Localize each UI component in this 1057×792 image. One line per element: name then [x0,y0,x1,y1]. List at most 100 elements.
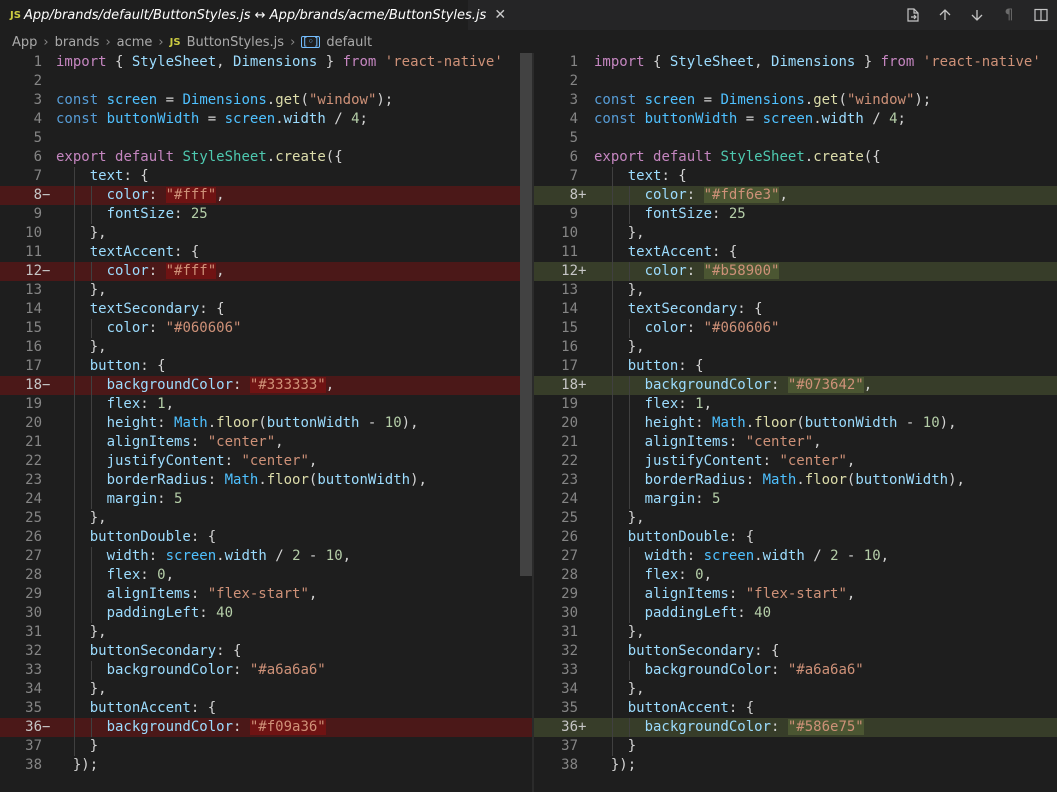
code-line[interactable]: 2 [534,72,1057,91]
code-line[interactable]: 37 } [534,737,1057,756]
code-line[interactable]: 6 export default StyleSheet.create({ [0,148,532,167]
code-line[interactable]: 33 backgroundColor: "#a6a6a6" [534,661,1057,680]
code-line[interactable]: 35 buttonAccent: { [0,699,532,718]
code-line[interactable]: 23 borderRadius: Math.floor(buttonWidth)… [534,471,1057,490]
code-line[interactable]: 27 width: screen.width / 2 - 10, [0,547,532,566]
code-line[interactable]: 29 alignItems: "flex-start", [534,585,1057,604]
breadcrumb-file[interactable]: ButtonStyles.js [187,35,285,50]
code-token: height [106,415,158,431]
code-line[interactable]: 8− color: "#fff", [0,186,532,205]
code-line[interactable]: 28 flex: 0, [0,566,532,585]
code-line[interactable]: 10 }, [534,224,1057,243]
arrow-down-icon[interactable] [961,0,993,30]
code-line[interactable]: 31 }, [0,623,532,642]
code-line[interactable]: 11 textAccent: { [534,243,1057,262]
code-line[interactable]: 12− color: "#fff", [0,262,532,281]
code-line[interactable]: 25 }, [534,509,1057,528]
code-line[interactable]: 1 import { StyleSheet, Dimensions } from … [534,53,1057,72]
breadcrumb-symbol[interactable]: default [326,35,372,50]
code-line[interactable]: 8 + color: "#fdf6e3", [534,186,1057,205]
modified-editor-pane[interactable]: 1 import { StyleSheet, Dimensions } from … [534,53,1057,792]
code-line[interactable]: 14 textSecondary: { [0,300,532,319]
code-line[interactable]: 32 buttonSecondary: { [0,642,532,661]
code-line[interactable]: 23 borderRadius: Math.floor(buttonWidth)… [0,471,532,490]
code-line[interactable]: 20 height: Math.floor(buttonWidth - 10), [534,414,1057,433]
code-line[interactable]: 16 }, [534,338,1057,357]
pilcrow-icon[interactable]: ¶ [993,0,1025,30]
code-line[interactable]: 4 const buttonWidth = screen.width / 4; [0,110,532,129]
code-line[interactable]: 21 alignItems: "center", [534,433,1057,452]
code-line[interactable]: 24 margin: 5 [534,490,1057,509]
breadcrumb-item[interactable]: brands [55,35,100,50]
code-line[interactable]: 13 }, [534,281,1057,300]
code-line[interactable]: 18− backgroundColor: "#333333", [0,376,532,395]
code-line[interactable]: 12 + color: "#b58900" [534,262,1057,281]
code-line[interactable]: 4 const buttonWidth = screen.width / 4; [534,110,1057,129]
code-line[interactable]: 15 color: "#060606" [534,319,1057,338]
code-token: ( [838,92,847,108]
code-line[interactable]: 13 }, [0,281,532,300]
code-token: , [216,263,225,279]
code-line[interactable]: 35 buttonAccent: { [534,699,1057,718]
code-line[interactable]: 5 [534,129,1057,148]
code-line[interactable]: 33 backgroundColor: "#a6a6a6" [0,661,532,680]
code-line[interactable]: 32 buttonSecondary: { [534,642,1057,661]
code-line[interactable]: 24 margin: 5 [0,490,532,509]
code-line[interactable]: 19 flex: 1, [534,395,1057,414]
open-file-icon[interactable] [897,0,929,30]
code-token: buttonWidth [804,415,898,431]
original-editor-pane[interactable]: 1 import { StyleSheet, Dimensions } from … [0,53,532,792]
code-line[interactable]: 1 import { StyleSheet, Dimensions } from … [0,53,532,72]
code-line[interactable]: 34 }, [0,680,532,699]
code-line[interactable]: 29 alignItems: "flex-start", [0,585,532,604]
code-line[interactable]: 38 }); [534,756,1057,775]
code-line[interactable]: 22 justifyContent: "center", [534,452,1057,471]
code-line[interactable]: 31 }, [534,623,1057,642]
code-line[interactable]: 26 buttonDouble: { [534,528,1057,547]
code-line[interactable]: 3 const screen = Dimensions.get("window")… [534,91,1057,110]
code-line[interactable]: 5 [0,129,532,148]
code-line[interactable]: 36− backgroundColor: "#f09a36" [0,718,532,737]
code-line[interactable]: 2 [0,72,532,91]
code-token: }, [89,282,107,298]
code-line[interactable]: 22 justifyContent: "center", [0,452,532,471]
code-line[interactable]: 30 paddingLeft: 40 [0,604,532,623]
code-line[interactable]: 27 width: screen.width / 2 - 10, [534,547,1057,566]
code-line[interactable]: 28 flex: 0, [534,566,1057,585]
arrow-up-icon[interactable] [929,0,961,30]
code-line[interactable]: 3 const screen = Dimensions.get("window")… [0,91,532,110]
code-line[interactable]: 16 }, [0,338,532,357]
breadcrumb-item[interactable]: acme [117,35,153,50]
code-token: , [703,396,713,412]
code-token: default [115,149,175,165]
code-line[interactable]: 18 + backgroundColor: "#073642", [534,376,1057,395]
code-line[interactable]: 17 button: { [534,357,1057,376]
code-line[interactable]: 21 alignItems: "center", [0,433,532,452]
line-number: 22 [561,453,578,469]
code-line[interactable]: 25 }, [0,509,532,528]
code-line[interactable]: 9 fontSize: 25 [0,205,532,224]
code-line[interactable]: 34 }, [534,680,1057,699]
changed-value: "#586e75" [787,719,864,735]
code-line[interactable]: 20 height: Math.floor(buttonWidth - 10), [0,414,532,433]
diff-editor-tab[interactable]: JS App/brands/default/ButtonStyles.js ↔ … [0,0,506,30]
code-line[interactable]: 19 flex: 1, [0,395,532,414]
code-line[interactable]: 14 textSecondary: { [534,300,1057,319]
code-line[interactable]: 11 textAccent: { [0,243,532,262]
code-line[interactable]: 7 text: { [534,167,1057,186]
close-icon[interactable]: ✕ [494,7,506,23]
code-line[interactable]: 17 button: { [0,357,532,376]
code-line[interactable]: 7 text: { [0,167,532,186]
code-line[interactable]: 10 }, [0,224,532,243]
code-line[interactable]: 15 color: "#060606" [0,319,532,338]
code-line[interactable]: 6 export default StyleSheet.create({ [534,148,1057,167]
code-line[interactable]: 36 + backgroundColor: "#586e75" [534,718,1057,737]
split-editor-icon[interactable] [1025,0,1057,30]
code-line[interactable]: 30 paddingLeft: 40 [534,604,1057,623]
code-line[interactable]: 37 } [0,737,532,756]
code-line[interactable]: 26 buttonDouble: { [0,528,532,547]
breadcrumb-item[interactable]: App [12,35,37,50]
code-line[interactable]: 38 }); [0,756,532,775]
code-line[interactable]: 9 fontSize: 25 [534,205,1057,224]
vertical-scrollbar[interactable] [520,53,532,576]
